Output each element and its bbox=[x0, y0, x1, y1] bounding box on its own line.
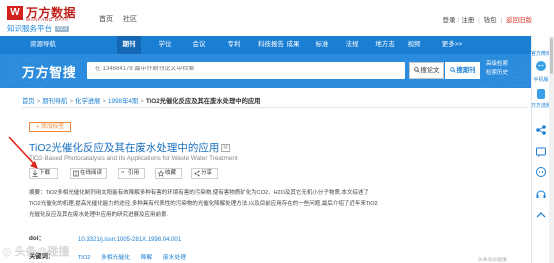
add-tag-button[interactable]: + 添加标签 bbox=[29, 122, 71, 132]
breadcrumb-separator: > bbox=[69, 98, 74, 105]
register-link[interactable]: 注册 bbox=[461, 17, 474, 24]
breadcrumb-issue[interactable]: 1998年4期 bbox=[108, 98, 138, 105]
nav-item-journal[interactable]: 期刊 bbox=[117, 36, 141, 54]
search-banner: 万方智搜 搜论文 搜期刊 高级检索 检索历史 bbox=[0, 54, 554, 88]
search-journal-button[interactable]: 搜期刊 bbox=[445, 62, 480, 79]
scrollbar[interactable] bbox=[549, 36, 554, 263]
user-links-separator: | bbox=[500, 17, 503, 24]
keyword-link[interactable]: 多相光催化 bbox=[101, 255, 130, 261]
cite-label: 引用 bbox=[128, 170, 140, 176]
wanfang-logo[interactable]: W 万方数据 WANFANG DATA 知识服务平台 V2.0 bbox=[7, 4, 87, 34]
breadcrumb-journal-nav[interactable]: 期刊导航 bbox=[42, 98, 67, 105]
favorite-label: 收藏 bbox=[165, 170, 177, 176]
share-label: 分享 bbox=[201, 170, 213, 176]
nav-item-more[interactable]: 更多>> bbox=[437, 36, 467, 54]
share-button[interactable]: 分享 bbox=[191, 168, 218, 179]
scrollbar-thumb[interactable] bbox=[550, 38, 553, 74]
favorite-button[interactable]: 收藏 bbox=[155, 168, 182, 179]
nav-item-patent[interactable]: 专利 bbox=[222, 36, 246, 54]
abstract-line: 光催化反应及其在废水处理中应用的研究进展及应用前景. bbox=[29, 212, 169, 218]
wechat-icon[interactable] bbox=[535, 60, 547, 72]
nav-item-conference[interactable]: 会议 bbox=[187, 36, 211, 54]
download-icon bbox=[32, 170, 38, 177]
headset-icon[interactable] bbox=[535, 188, 547, 200]
platform-name: 知识服务平台 V2.0 bbox=[7, 23, 70, 34]
cite-button[interactable]: " 引用 bbox=[118, 168, 145, 179]
nav-item-standard[interactable]: 标准 bbox=[310, 36, 334, 54]
search-papers-button[interactable]: 搜论文 bbox=[409, 62, 444, 79]
user-links: 登录 / 注册 | 钱包 | 返回旧版 bbox=[441, 14, 532, 24]
feedback-icon[interactable] bbox=[535, 146, 547, 158]
abstract-line: TiO2光催化的机理,提高光催化能力的途径,多种具有代表性的污染物的光催化降解处… bbox=[29, 201, 378, 207]
top-bar: W 万方数据 WANFANG DATA 知识服务平台 V2.0 首页 社区 登录 /… bbox=[0, 0, 554, 36]
service-icon[interactable] bbox=[535, 166, 547, 178]
svg-text:": " bbox=[121, 170, 124, 177]
advanced-search-link[interactable]: 高级检索 bbox=[486, 60, 508, 69]
keywords-list: TiO2 多相光催化 降解 废水处理 bbox=[78, 252, 195, 261]
wallet-link[interactable]: 钱包 bbox=[484, 17, 497, 24]
section-divider bbox=[22, 107, 527, 108]
abstract: 摘要：TiO2多相光催化制剂用太阳能有效降解多种有害的环境有害的污染物,使有害物… bbox=[29, 188, 529, 221]
share-nodes-icon[interactable] bbox=[535, 124, 547, 136]
home-link[interactable]: 首页 bbox=[99, 14, 113, 24]
logo-mark: W bbox=[7, 6, 23, 20]
article-title: TiO2光催化反应及其在废水处理中的应用 M bbox=[29, 140, 230, 155]
doi-link[interactable]: 10.3321/j.issn:1005-281X.1998.04.001 bbox=[78, 237, 181, 243]
breadcrumb-separator: > bbox=[36, 98, 41, 105]
download-label: 下载 bbox=[39, 170, 51, 176]
breadcrumb: 首页 > 期刊导航 > 化学进展 >1998年4期 > TiO2光催化反应及其在废水处理中的应… bbox=[22, 96, 260, 105]
keyword-link[interactable]: 废水处理 bbox=[163, 255, 186, 261]
keyword-link[interactable]: 降解 bbox=[141, 255, 153, 261]
read-online-button[interactable]: 在线阅读 bbox=[70, 168, 107, 179]
title-badge: M bbox=[221, 144, 230, 153]
share-icon bbox=[194, 170, 200, 177]
login-link[interactable]: 登录 bbox=[443, 17, 456, 24]
nav-item-resource[interactable]: 资源导航 bbox=[22, 36, 64, 54]
back-to-top-icon[interactable] bbox=[535, 209, 547, 221]
footer-watermark: 头条号@碰撞 bbox=[478, 258, 507, 263]
watermark: ◎ 头条@碰撞 bbox=[2, 246, 70, 258]
app-icon[interactable] bbox=[535, 88, 547, 100]
right-sidebar: 官方微博 手机版 万方选题 bbox=[531, 36, 551, 263]
search-box bbox=[87, 62, 405, 79]
breadcrumb-home[interactable]: 首页 bbox=[22, 98, 35, 105]
doi-label: doi： bbox=[29, 235, 45, 242]
read-online-label: 在线阅读 bbox=[80, 170, 103, 176]
star-icon bbox=[158, 170, 164, 177]
nav-item-law[interactable]: 法规 bbox=[340, 36, 364, 54]
login-register-separator: / bbox=[457, 17, 460, 24]
logo-text-en: WANFANG DATA bbox=[26, 17, 69, 22]
search-input[interactable] bbox=[95, 66, 395, 72]
nav-item-video[interactable]: 视频 bbox=[402, 36, 426, 54]
platform-name-text: 知识服务平台 bbox=[7, 24, 52, 33]
search-papers-label: 搜论文 bbox=[420, 67, 440, 74]
breadcrumb-journal[interactable]: 化学进展 bbox=[75, 98, 100, 105]
version-tag: V2.0 bbox=[55, 26, 70, 33]
download-button[interactable]: 下载 bbox=[29, 168, 58, 179]
search-icon bbox=[413, 67, 420, 74]
book-icon bbox=[73, 170, 79, 177]
article-title-en: TiO2-Based Photocatalysis and Its Applic… bbox=[29, 155, 238, 162]
nav-item-degree[interactable]: 学位 bbox=[153, 36, 177, 54]
breadcrumb-current: TiO2光催化反应及其在废水处理中的应用 bbox=[145, 98, 261, 105]
keyword-link[interactable]: TiO2 bbox=[78, 255, 90, 261]
abstract-text: TiO2多相光催化制剂用太阳能有效降解多种有害的环境有害的污染物,使有害物质矿化… bbox=[45, 190, 369, 196]
abstract-label: 摘要： bbox=[29, 190, 46, 196]
user-links-separator: | bbox=[478, 17, 480, 24]
quote-icon: " bbox=[121, 170, 124, 177]
article-title-text: TiO2光催化反应及其在废水处理中的应用 bbox=[29, 142, 220, 154]
main-nav: 资源导航 期刊 学位 会议 专利 科技报告 成果 标准 法规 地方志 视频 更多… bbox=[0, 36, 554, 54]
community-link[interactable]: 社区 bbox=[123, 14, 137, 24]
old-version-link[interactable]: 返回旧版 bbox=[506, 17, 532, 24]
search-icon bbox=[449, 67, 456, 74]
abstract-line: 摘要：TiO2多相光催化制剂用太阳能有效降解多种有害的环境有害的污染物,使有害物… bbox=[29, 188, 529, 199]
nav-item-achievement[interactable]: 成果 bbox=[281, 36, 305, 54]
nav-item-local-gazette[interactable]: 地方志 bbox=[370, 36, 400, 54]
search-history-link[interactable]: 检索历史 bbox=[486, 69, 508, 78]
search-extras: 高级检索 检索历史 bbox=[486, 60, 508, 78]
search-brand-title: 万方智搜 bbox=[22, 65, 77, 80]
search-journal-label: 搜期刊 bbox=[456, 67, 476, 74]
breadcrumb-separator: > bbox=[140, 98, 144, 105]
breadcrumb-separator: > bbox=[102, 98, 107, 105]
